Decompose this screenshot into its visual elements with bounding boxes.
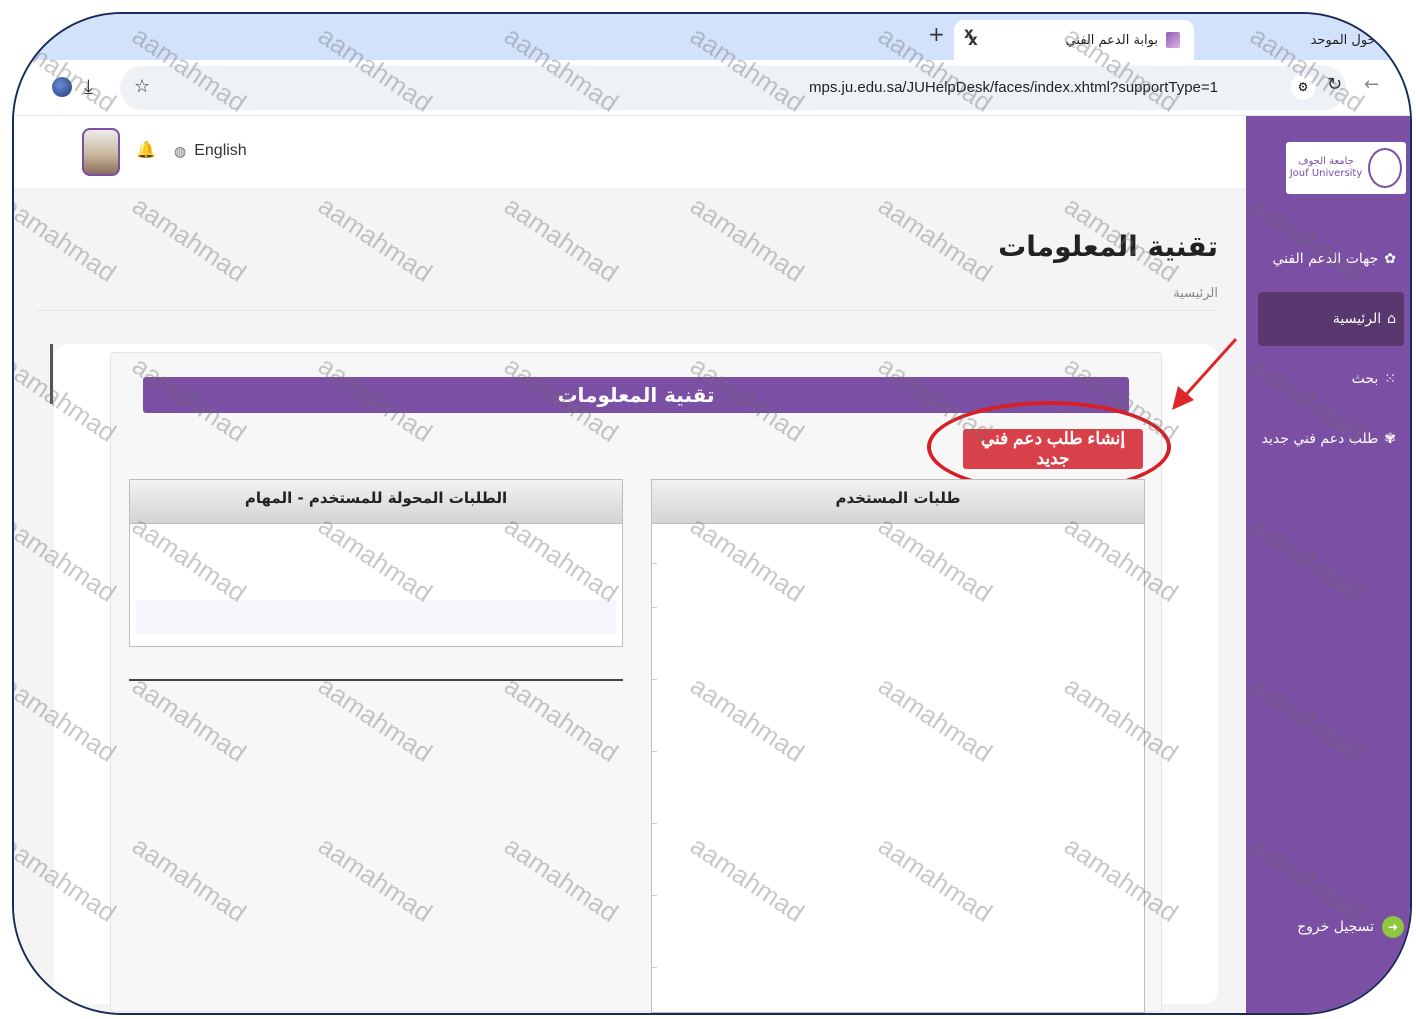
sidebar-item-label: الرئيسية [1332,311,1382,327]
scrollbar[interactable] [50,344,53,404]
logo-text-ar: جامعة الجوف [1298,156,1354,167]
row-divider [651,607,657,608]
site-info-icon[interactable]: ⚙ [1291,74,1315,100]
row-divider [651,823,657,824]
app-top-bar: 🔔 ◍ English [14,116,1246,188]
divider [36,310,1216,311]
new-request-button[interactable]: إنشاء طلب دعم فني جديد [963,429,1143,469]
screenshot-frame: الدخول الموحد بوابة الدعم الفني x + x ⤓ … [12,12,1412,1015]
language-label: English [194,142,247,159]
tab-title: الدخول الموحد [1310,32,1390,48]
main-content: تقنية المعلومات الرئيسية تقنية المعلومات… [14,188,1246,1013]
row-divider [651,563,657,564]
logout-button[interactable]: ➜ تسجيل خروج [1297,916,1404,938]
browser-toolbar: ⤓ mps.ju.edu.sa/JUHelpDesk/faces/index.x… [14,60,1410,116]
download-icon[interactable]: ⤓ [84,74,93,98]
logout-icon: ➜ [1382,916,1404,938]
tab-helpdesk[interactable]: بوابة الدعم الفني x [954,20,1194,60]
logo-mark-icon [1368,148,1403,188]
user-requests-list[interactable]: طلبات المستخدم [651,479,1145,1013]
tab-unified-login[interactable]: الدخول الموحد [1311,20,1390,60]
logout-label: تسجيل خروج [1297,919,1374,935]
transferred-tasks-list[interactable]: الطلبات المحولة للمستخدم - المهام [129,479,623,647]
page-title: تقنية المعلومات [998,230,1218,263]
breadcrumb[interactable]: الرئيسية [1173,286,1218,301]
tab-title: بوابة الدعم الفني [1065,32,1158,48]
support-icon: ✿ [1384,251,1396,267]
requests-panel: تقنية المعلومات إنشاء طلب دعم فني جديد ط… [110,352,1171,1013]
transferred-tasks-header: الطلبات المحولة للمستخدم - المهام [130,480,622,524]
sidebar-item-new-request[interactable]: ✾ طلب دعم فني جديد [1258,412,1404,466]
row-divider [651,751,657,752]
row-divider [651,895,657,896]
logo-text-en: Jouf University [1289,168,1363,179]
sidebar-item-home[interactable]: ⌂ الرئيسية [1258,292,1404,346]
university-logo: جامعة الجوف Jouf University [1286,142,1406,194]
list-item[interactable] [136,600,616,634]
avatar[interactable] [82,128,120,176]
favicon-icon [1166,32,1180,48]
globe-icon: ◍ [174,142,187,159]
language-switch[interactable]: ◍ English [174,142,247,160]
sidebar: جامعة الجوف Jouf University ✿ جهات الدعم… [1246,116,1410,1013]
close-tab-icon[interactable]: x [964,24,974,42]
notification-icon[interactable]: 🔔 [136,140,156,159]
sidebar-item-label: طلب دعم فني جديد [1261,431,1379,447]
grid-search-icon: ⁙ [1384,371,1396,387]
browser-tab-strip: الدخول الموحد بوابة الدعم الفني x + x [14,14,1410,60]
sidebar-item-search[interactable]: ⁙ بحث [1258,352,1404,406]
bookmark-star-icon[interactable]: ☆ [134,76,150,97]
new-request-icon: ✾ [1384,431,1396,447]
reload-icon[interactable]: ↻ [1327,74,1342,95]
address-bar[interactable]: mps.ju.edu.sa/JUHelpDesk/faces/index.xht… [120,66,1346,110]
user-requests-header: طلبات المستخدم [652,480,1144,524]
row-divider [651,679,657,680]
url-text[interactable]: mps.ju.edu.sa/JUHelpDesk/faces/index.xht… [809,79,1218,96]
home-icon: ⌂ [1387,311,1396,327]
sidebar-item-support-entities[interactable]: ✿ جهات الدعم الفني [1258,232,1404,286]
divider [129,679,623,681]
row-divider [651,967,657,968]
new-tab-button[interactable]: + [928,22,945,46]
back-arrow-icon[interactable]: ← [1364,74,1379,95]
profile-icon[interactable] [52,77,72,97]
sidebar-item-label: بحث [1351,371,1379,387]
sidebar-item-label: جهات الدعم الفني [1272,251,1379,267]
